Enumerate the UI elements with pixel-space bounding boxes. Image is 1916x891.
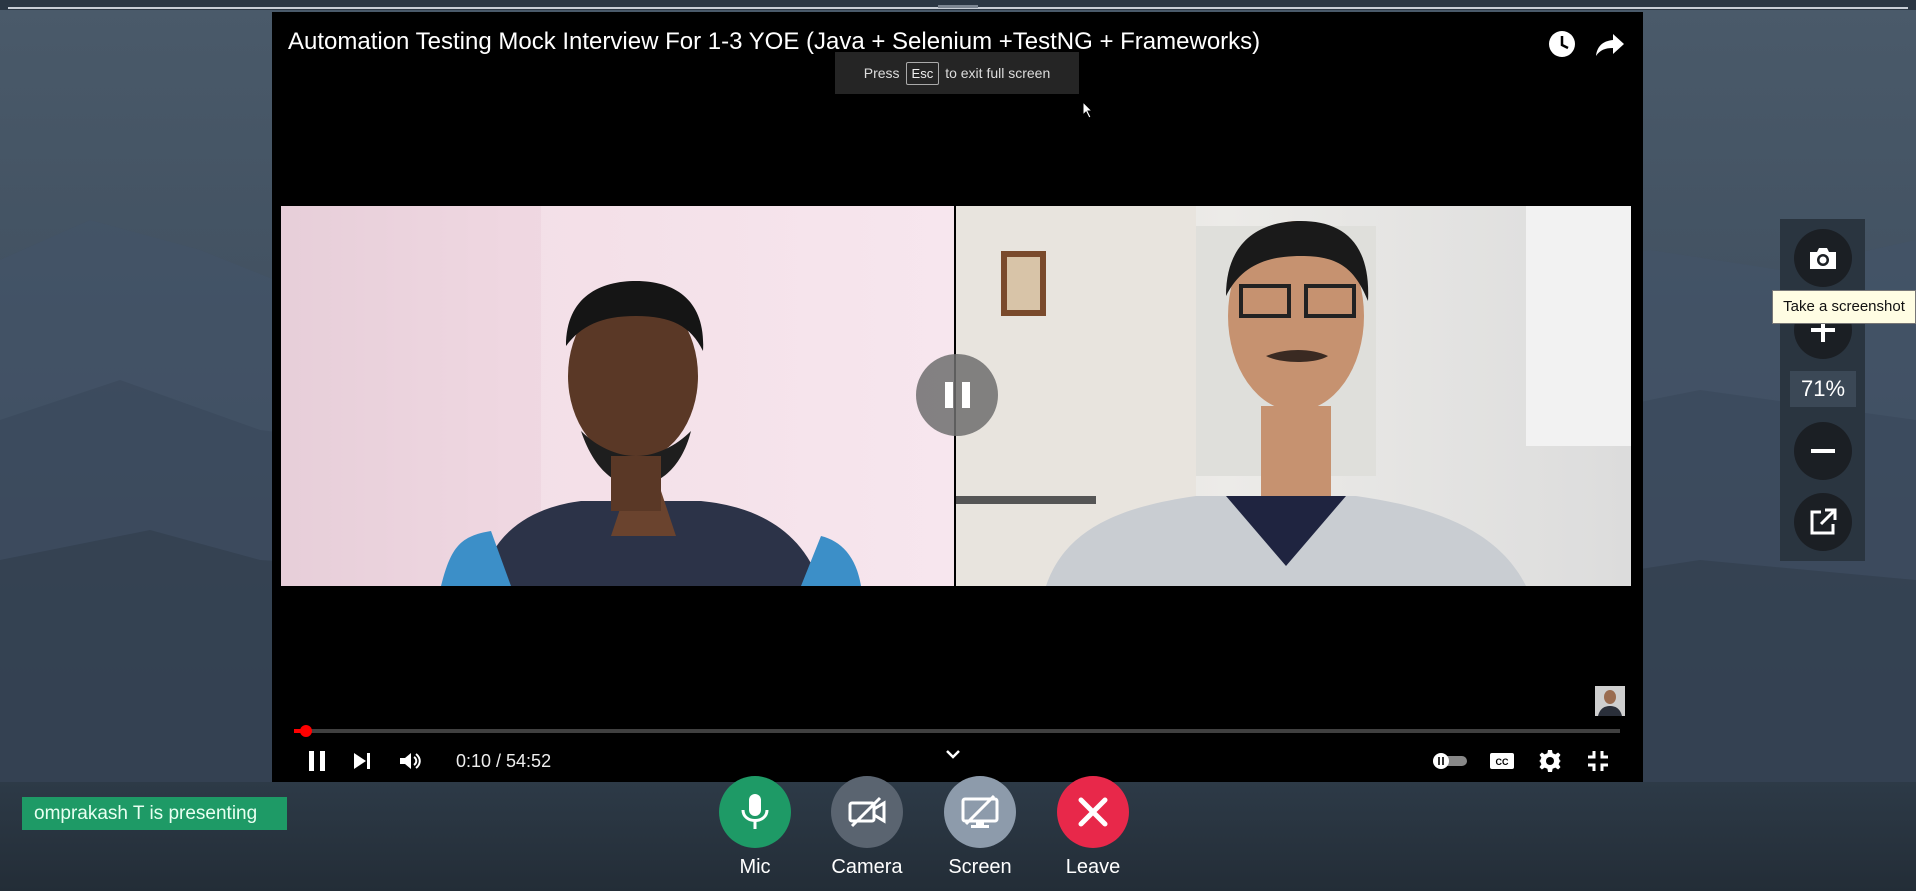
camera-label: Camera <box>831 856 903 878</box>
volume-icon <box>400 753 421 769</box>
screen-label: Screen <box>948 856 1012 878</box>
interviewer-video-feed <box>956 206 1631 586</box>
camera-off-icon <box>848 796 886 828</box>
screen-share-button[interactable] <box>944 776 1016 848</box>
volume-button[interactable] <box>394 746 428 776</box>
window-top-bar <box>0 0 1916 10</box>
video-player[interactable]: Automation Testing Mock Interview For 1-… <box>272 12 1643 782</box>
esc-suffix-text: to exit full screen <box>945 65 1051 81</box>
share-icon[interactable] <box>1594 28 1626 60</box>
zoom-out-button[interactable] <box>1794 422 1852 480</box>
esc-press-text: Press <box>863 65 900 81</box>
time-display: 0:10 / 54:52 <box>456 751 552 771</box>
next-button[interactable] <box>347 746 377 776</box>
leave-label: Leave <box>1065 856 1121 878</box>
svg-text:CC: CC <box>1496 757 1509 767</box>
exit-fullscreen-button[interactable] <box>1582 746 1614 776</box>
screenshot-tooltip: Take a screenshot <box>1772 290 1916 324</box>
camera-icon <box>1810 248 1836 269</box>
next-icon <box>354 753 370 769</box>
watch-later-icon[interactable] <box>1546 28 1578 60</box>
pause-icon <box>309 751 325 771</box>
video-progress-bar[interactable] <box>294 725 1620 737</box>
mic-button[interactable] <box>719 776 791 848</box>
exit-fullscreen-hint: Press Esc to exit full screen <box>835 52 1079 94</box>
minus-icon <box>1811 449 1835 453</box>
chevron-down-icon[interactable] <box>944 745 962 763</box>
interviewee-video-feed <box>281 206 954 586</box>
pause-bar-left <box>944 382 953 408</box>
autoplay-toggle[interactable] <box>1430 746 1470 776</box>
zoom-level: 71% <box>1790 371 1856 407</box>
interviewer-figure <box>956 206 1631 586</box>
pause-overlay-button[interactable] <box>916 354 998 436</box>
channel-avatar[interactable] <box>1595 686 1625 716</box>
microphone-icon <box>741 794 769 829</box>
pause-button[interactable] <box>302 746 332 776</box>
video-title[interactable]: Automation Testing Mock Interview For 1-… <box>288 28 1260 56</box>
autoplay-toggle-icon <box>1433 753 1467 769</box>
interviewee-figure <box>281 206 861 586</box>
captions-icon: CC <box>1490 753 1514 769</box>
leave-button[interactable] <box>1057 776 1129 848</box>
drag-handle[interactable] <box>938 5 978 8</box>
camera-button[interactable] <box>831 776 903 848</box>
mic-label: Mic <box>739 856 771 878</box>
screen-share-off-icon <box>961 795 999 828</box>
progress-scrubber[interactable] <box>300 725 312 737</box>
close-icon <box>1078 797 1108 827</box>
exit-fullscreen-icon <box>1588 751 1608 771</box>
pop-out-button[interactable] <box>1794 493 1852 551</box>
gear-icon <box>1539 750 1561 772</box>
presenting-banner: omprakash T is presenting <box>22 797 287 830</box>
settings-button[interactable] <box>1534 746 1566 776</box>
mouse-cursor-icon <box>1082 101 1094 119</box>
zoom-toolbar: 71% <box>1780 219 1865 561</box>
screenshot-button[interactable] <box>1794 229 1852 287</box>
captions-button[interactable]: CC <box>1486 746 1518 776</box>
esc-key: Esc <box>905 61 940 85</box>
external-link-icon <box>1810 508 1837 535</box>
pause-bar-right <box>961 382 970 408</box>
